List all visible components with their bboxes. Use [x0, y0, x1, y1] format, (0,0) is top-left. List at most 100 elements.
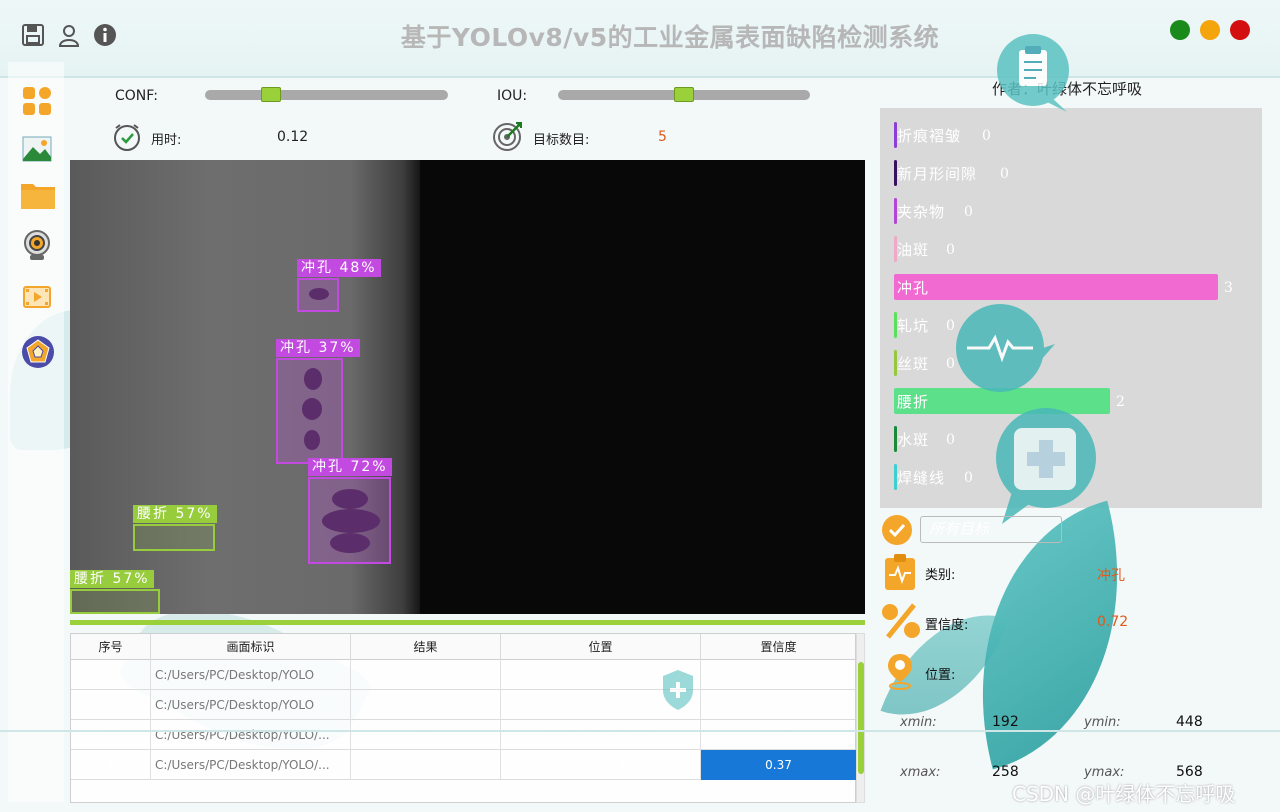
- info-icon[interactable]: [92, 22, 118, 48]
- column-header-result[interactable]: 结果: [351, 634, 501, 660]
- clipboard-icon: [995, 30, 1075, 120]
- cell-confidence: [701, 660, 857, 690]
- table-row-selected[interactable]: 4 C:/Users/PC/Desktop/YOLO/... 冲孔 [186,2…: [71, 750, 857, 780]
- xmax-label: xmax:: [900, 765, 941, 780]
- shield-icon: [660, 668, 696, 712]
- timer-icon: [111, 120, 143, 152]
- cell-index: 1: [71, 660, 151, 690]
- save-icon[interactable]: [20, 22, 46, 48]
- cell-source: C:/Users/PC/Desktop/YOLO: [151, 690, 351, 720]
- ymin-value: 448: [1176, 714, 1203, 730]
- cell-result: [351, 660, 501, 690]
- class-label: 类别:: [925, 568, 956, 583]
- cell-result: 冲孔: [351, 750, 501, 780]
- table-scrollbar[interactable]: [856, 633, 865, 803]
- category-count: 0: [964, 204, 973, 220]
- pulse-icon: [955, 302, 1059, 394]
- category-name: 折痕褶皱: [897, 127, 962, 145]
- table-row[interactable]: 3 C:/Users/PC/Desktop/YOLO/... 冲孔 [163,1…: [71, 720, 857, 750]
- camera-icon[interactable]: [20, 228, 54, 262]
- category-count: 3: [1224, 280, 1233, 296]
- section-divider: [70, 620, 865, 625]
- iou-slider-handle[interactable]: [674, 87, 694, 102]
- conf-label: CONF:: [115, 88, 158, 104]
- category-count: 0: [946, 242, 955, 258]
- folder-icon[interactable]: [20, 178, 55, 212]
- cell-result: [351, 690, 501, 720]
- conf-slider[interactable]: [205, 87, 448, 102]
- column-header-source[interactable]: 画面标识: [151, 634, 351, 660]
- maximize-button[interactable]: [1170, 20, 1190, 40]
- model-icon[interactable]: [20, 334, 54, 368]
- column-header-position[interactable]: 位置: [501, 634, 701, 660]
- detection-box: [297, 278, 339, 312]
- count-label: 目标数目:: [533, 133, 590, 148]
- column-header-confidence[interactable]: 置信度: [701, 634, 857, 660]
- detection-box: [276, 358, 343, 464]
- detection-box: [133, 524, 215, 551]
- target-icon: [492, 120, 524, 152]
- category-name: 轧坑: [897, 317, 930, 335]
- category-name: 水斑: [897, 431, 930, 449]
- target-filter-select[interactable]: 所有目标: [920, 516, 1062, 543]
- detection-label: 腰折 57%: [70, 570, 154, 588]
- cell-source: C:/Users/PC/Desktop/YOLO: [151, 660, 351, 690]
- category-name: 夹杂物: [897, 203, 946, 221]
- percent-icon: [880, 602, 922, 640]
- app-title: 基于YOLOv8/v5的工业金属表面缺陷检测系统: [400, 23, 940, 52]
- column-header-index[interactable]: 序号: [71, 634, 151, 660]
- cell-confidence: [701, 690, 857, 720]
- cell-result: 冲孔: [351, 720, 501, 750]
- category-name: 新月形间隙: [897, 165, 978, 183]
- conf-slider-handle[interactable]: [261, 87, 281, 102]
- check-icon: [881, 514, 913, 546]
- detection-label: 冲孔 72%: [308, 458, 392, 476]
- time-value: 0.12: [277, 129, 309, 145]
- detection-box: [308, 477, 391, 564]
- ymin-label: ymin:: [1084, 715, 1121, 730]
- iou-label: IOU:: [497, 88, 528, 104]
- apps-icon[interactable]: [20, 84, 54, 118]
- cell-confidence: 0.37: [701, 750, 857, 780]
- bottom-divider: [0, 730, 1280, 732]
- detection-image: 冲孔 48% 冲孔 37% 冲孔 72% 腰折 57% 腰折 57%: [70, 160, 865, 614]
- video-icon[interactable]: [20, 280, 54, 314]
- cell-index: [71, 690, 151, 720]
- detection-label: 腰折 57%: [133, 505, 217, 523]
- time-label: 用时:: [151, 133, 182, 148]
- category-name: 焊缝线: [897, 469, 946, 487]
- xmin-value: 192: [992, 714, 1019, 730]
- iou-slider[interactable]: [558, 87, 810, 102]
- location-pin-icon: [886, 652, 914, 690]
- table-row[interactable]: 1 C:/Users/PC/Desktop/YOLO: [71, 660, 857, 690]
- category-name: 丝斑: [897, 355, 930, 373]
- cell-position: [163,168,216,415]: [501, 720, 701, 750]
- cell-position: [186,280,219,428]: [501, 750, 701, 780]
- class-icon: [884, 553, 916, 591]
- watermark: CSDN @叶绿体不忘呼吸: [1012, 782, 1236, 806]
- category-count: 0: [946, 318, 955, 334]
- confidence-value: 0.72: [1097, 614, 1129, 630]
- cell-confidence: 0.48: [701, 720, 857, 750]
- medical-cross-icon: [992, 406, 1100, 526]
- cell-index: 3: [71, 720, 151, 750]
- class-value: 冲孔: [1097, 568, 1125, 584]
- category-count: 0: [964, 470, 973, 486]
- image-icon[interactable]: [20, 132, 54, 166]
- position-label: 位置:: [925, 668, 956, 683]
- scrollbar-thumb[interactable]: [858, 662, 864, 774]
- title-bar: 基于YOLOv8/v5的工业金属表面缺陷检测系统: [0, 0, 1280, 78]
- confidence-label: 置信度:: [925, 618, 969, 633]
- category-count: 0: [1000, 166, 1009, 182]
- detection-label: 冲孔 37%: [276, 339, 360, 357]
- table-row[interactable]: C:/Users/PC/Desktop/YOLO: [71, 690, 857, 720]
- cell-source: C:/Users/PC/Desktop/YOLO/...: [151, 720, 351, 750]
- minimize-button[interactable]: [1200, 20, 1220, 40]
- user-icon[interactable]: [56, 22, 82, 48]
- close-button[interactable]: [1230, 20, 1250, 40]
- category-count: 2: [1116, 394, 1125, 410]
- category-bar: [894, 274, 1218, 300]
- category-count: 0: [946, 356, 955, 372]
- cell-source: C:/Users/PC/Desktop/YOLO/...: [151, 750, 351, 780]
- results-table[interactable]: 序号 画面标识 结果 位置 置信度 1 C:/Users/PC/Desktop/…: [70, 633, 857, 803]
